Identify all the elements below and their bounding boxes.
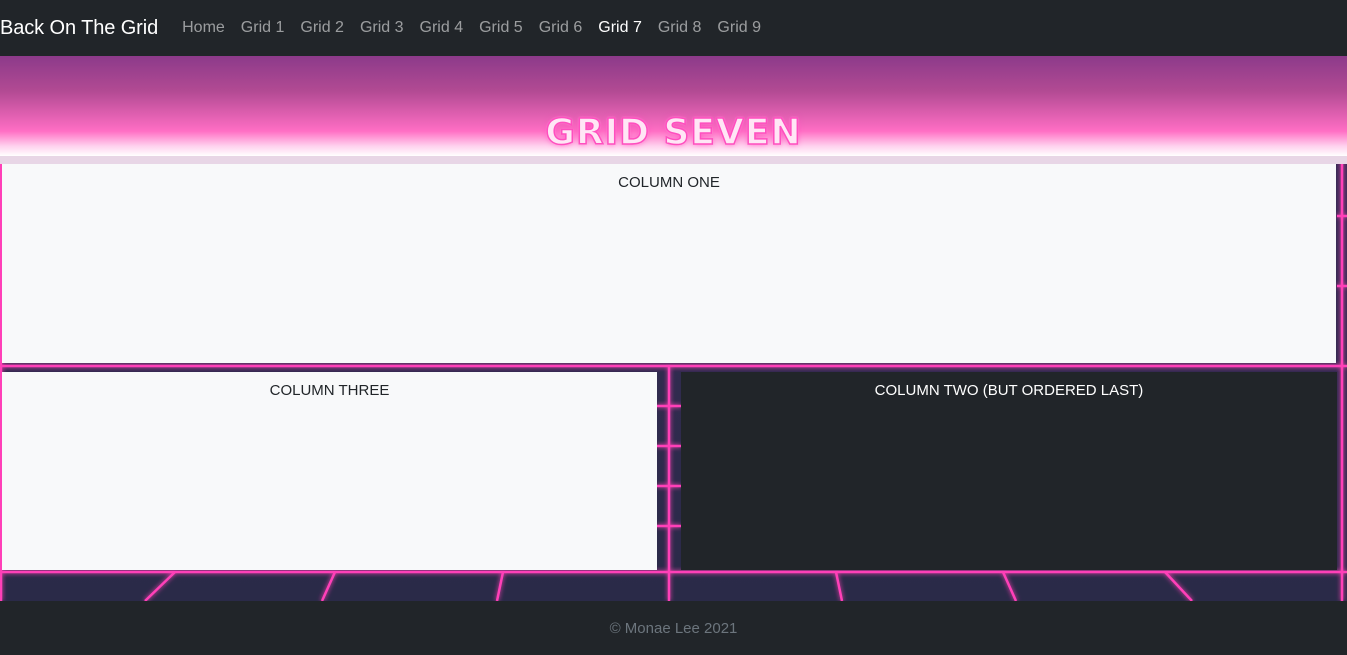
column-two-panel: COLUMN TWO (BUT ORDERED LAST) <box>681 372 1337 570</box>
page-title: GRID SEVEN <box>545 111 802 154</box>
nav-link-grid-9[interactable]: Grid 9 <box>709 19 769 37</box>
nav-link-grid-7[interactable]: Grid 7 <box>590 19 650 37</box>
footer-copyright: © Monae Lee 2021 <box>609 619 738 637</box>
nav-link-grid-5[interactable]: Grid 5 <box>471 19 531 37</box>
column-three-label: COLUMN THREE <box>269 382 390 399</box>
navbar: Back On The Grid Home Grid 1 Grid 2 Grid… <box>0 0 1347 56</box>
nav-link-grid-8[interactable]: Grid 8 <box>650 19 710 37</box>
nav-link-grid-1[interactable]: Grid 1 <box>233 19 293 37</box>
nav-link-grid-2[interactable]: Grid 2 <box>292 19 352 37</box>
nav-link-home[interactable]: Home <box>174 19 233 37</box>
nav-link-grid-4[interactable]: Grid 4 <box>412 19 472 37</box>
column-one-panel: COLUMN ONE <box>2 164 1336 363</box>
navbar-brand[interactable]: Back On The Grid <box>0 17 158 40</box>
column-two-label: COLUMN TWO (BUT ORDERED LAST) <box>874 382 1144 399</box>
synthwave-background: GRID SEVEN COLUMN ONE COLUMN THREE COLUM… <box>0 56 1347 601</box>
nav-link-grid-6[interactable]: Grid 6 <box>531 19 591 37</box>
footer: © Monae Lee 2021 <box>0 601 1347 655</box>
nav-link-grid-3[interactable]: Grid 3 <box>352 19 412 37</box>
column-three-panel: COLUMN THREE <box>2 372 657 570</box>
column-one-label: COLUMN ONE <box>618 174 720 191</box>
nav-links: Home Grid 1 Grid 2 Grid 3 Grid 4 Grid 5 … <box>174 19 769 37</box>
